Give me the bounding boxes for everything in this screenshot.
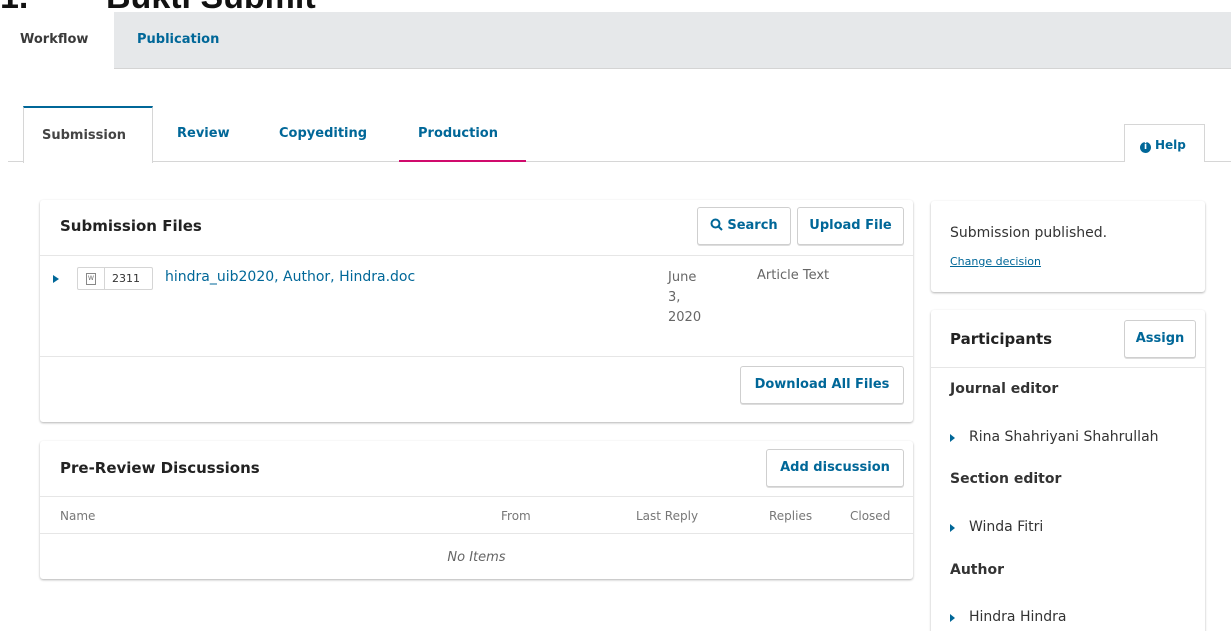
expand-row-icon[interactable] xyxy=(53,275,59,283)
file-date-year: 2020 xyxy=(668,310,702,325)
participant-author[interactable]: Hindra Hindra xyxy=(969,609,1066,625)
file-date: June 3, 2020 xyxy=(668,268,718,328)
role-author: Author xyxy=(950,562,1004,578)
download-all-files-button[interactable]: Download All Files xyxy=(740,366,904,404)
file-id: 2311 xyxy=(112,272,140,285)
search-icon xyxy=(710,218,724,231)
column-closed[interactable]: Closed xyxy=(850,509,890,523)
column-last-reply[interactable]: Last Reply xyxy=(636,509,698,523)
participants-panel: Participants Assign Journal editor Rina … xyxy=(931,310,1205,631)
column-name[interactable]: Name xyxy=(60,509,95,523)
tab-publication[interactable]: Publication xyxy=(137,12,219,69)
files-footer-divider xyxy=(40,356,913,357)
upload-file-button[interactable]: Upload File xyxy=(797,207,904,245)
add-discussion-button[interactable]: Add discussion xyxy=(766,449,904,487)
discussions-panel: Pre-Review Discussions Add discussion Na… xyxy=(40,441,913,579)
info-icon: i xyxy=(1140,142,1151,153)
search-button-label: Search xyxy=(727,218,778,233)
file-id-separator xyxy=(104,268,105,289)
file-name-link[interactable]: hindra_uib2020, Author, Hindra.doc xyxy=(165,269,415,285)
help-label: Help xyxy=(1155,138,1186,152)
top-tab-bar: Workflow Publication xyxy=(0,12,1231,70)
submission-files-title: Submission Files xyxy=(60,217,202,235)
help-button[interactable]: i Help xyxy=(1124,124,1205,162)
tab-review[interactable]: Review xyxy=(177,106,230,162)
publication-status-panel: Submission published. Change decision xyxy=(931,201,1205,292)
participants-header-divider xyxy=(931,367,1205,368)
assign-button[interactable]: Assign xyxy=(1124,320,1196,358)
participant-section-editor[interactable]: Winda Fitri xyxy=(969,519,1043,535)
participants-title: Participants xyxy=(950,330,1053,348)
column-replies[interactable]: Replies xyxy=(769,509,812,523)
files-header-divider xyxy=(40,255,913,256)
tab-workflow[interactable]: Workflow xyxy=(0,12,114,70)
discussions-columns-divider xyxy=(40,533,913,534)
file-id-badge: W 2311 xyxy=(77,267,153,290)
file-type: Article Text xyxy=(757,268,830,283)
discussions-title: Pre-Review Discussions xyxy=(60,459,260,477)
role-journal-editor: Journal editor xyxy=(950,381,1059,397)
participant-journal-editor[interactable]: Rina Shahriyani Shahrullah xyxy=(969,429,1159,445)
column-from[interactable]: From xyxy=(501,509,531,523)
file-date-month: June xyxy=(668,270,697,285)
empty-state: No Items xyxy=(447,550,506,565)
expand-participant-icon[interactable] xyxy=(950,524,955,532)
tab-production[interactable]: Production xyxy=(399,106,526,162)
expand-participant-icon[interactable] xyxy=(950,434,955,442)
change-decision-link[interactable]: Change decision xyxy=(950,255,1041,268)
search-button[interactable]: Search xyxy=(697,207,791,245)
tab-submission[interactable]: Submission xyxy=(23,106,153,163)
file-date-day: 3, xyxy=(668,290,681,305)
expand-participant-icon[interactable] xyxy=(950,614,955,622)
tab-copyediting[interactable]: Copyediting xyxy=(279,106,367,162)
role-section-editor: Section editor xyxy=(950,471,1062,487)
status-message: Submission published. xyxy=(950,225,1108,241)
word-file-icon: W xyxy=(86,273,96,285)
submission-files-panel: Submission Files Search Upload File W 23… xyxy=(40,200,913,422)
discussions-header-divider xyxy=(40,496,913,497)
